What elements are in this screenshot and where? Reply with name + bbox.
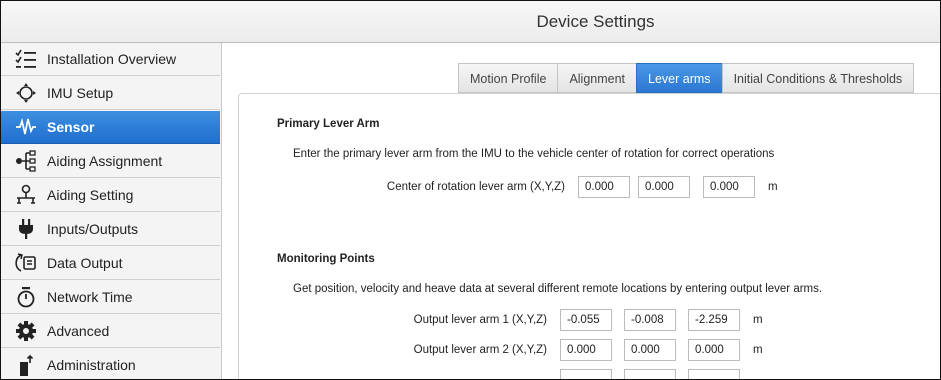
aiding-setting-icon — [15, 184, 37, 206]
output-lever-arm-1-x-input[interactable] — [560, 309, 612, 331]
sidebar-item-administration[interactable]: Administration — [1, 349, 220, 379]
sidebar-item-label: Aiding Setting — [47, 187, 134, 203]
monitoring-points-description: Get position, velocity and heave data at… — [293, 283, 823, 295]
window-title: Device Settings — [536, 12, 655, 31]
sidebar-item-aiding-setting[interactable]: Aiding Setting — [1, 179, 220, 212]
sidebar-item-label: Installation Overview — [47, 51, 177, 67]
center-of-rotation-row: Center of rotation lever arm (X,Y,Z) m — [239, 176, 939, 198]
sidebar-item-label: IMU Setup — [47, 85, 114, 101]
output-lever-arm-1-label: Output lever arm 1 (X,Y,Z) — [413, 314, 547, 326]
sidebar-item-imu-setup[interactable]: IMU Setup — [1, 77, 220, 110]
administration-icon — [15, 354, 37, 376]
lever-arms-panel: Primary Lever Arm Enter the primary leve… — [238, 93, 940, 379]
output-lever-arm-3-x-input[interactable] — [560, 369, 612, 379]
tab-bar: Motion Profile Alignment Lever arms Init… — [458, 63, 915, 93]
settings-window: Device Settings Installation Overview IM… — [0, 0, 941, 380]
sidebar-item-network-time[interactable]: Network Time — [1, 281, 220, 314]
monitoring-points-title: Monitoring Points — [277, 253, 375, 265]
primary-lever-arm-description: Enter the primary lever arm from the IMU… — [293, 148, 775, 160]
output-lever-arm-2-label: Output lever arm 2 (X,Y,Z) — [413, 344, 547, 356]
output-lever-arm-3-z-input[interactable] — [688, 369, 740, 379]
assignment-icon — [15, 150, 37, 172]
output-lever-arm-1-row: Output lever arm 1 (X,Y,Z) m — [239, 309, 939, 331]
sidebar-item-label: Sensor — [47, 119, 95, 135]
sidebar-item-advanced[interactable]: Advanced — [1, 315, 220, 348]
waveform-icon — [15, 116, 37, 138]
output-lever-arm-3-y-input[interactable] — [624, 369, 676, 379]
output-lever-arm-2-x-input[interactable] — [560, 339, 612, 361]
gear-icon — [15, 320, 37, 342]
sidebar-item-label: Inputs/Outputs — [47, 221, 139, 237]
sidebar-item-label: Administration — [47, 357, 136, 373]
sidebar-item-label: Advanced — [47, 323, 110, 339]
stopwatch-icon — [15, 286, 37, 308]
center-of-rotation-z-input[interactable] — [703, 176, 755, 198]
center-of-rotation-x-input[interactable] — [578, 176, 630, 198]
main-content: Motion Profile Alignment Lever arms Init… — [222, 43, 940, 379]
output-lever-arm-2-y-input[interactable] — [624, 339, 676, 361]
output-lever-arm-1-z-input[interactable] — [688, 309, 740, 331]
tab-motion-profile[interactable]: Motion Profile — [458, 63, 558, 93]
sidebar: Installation Overview IMU Setup Sensor A… — [1, 43, 222, 379]
plug-icon — [15, 218, 37, 240]
data-output-icon — [15, 252, 37, 274]
title-bar: Device Settings — [1, 1, 940, 43]
sidebar-item-label: Network Time — [47, 289, 133, 305]
sidebar-item-inputs-outputs[interactable]: Inputs/Outputs — [1, 213, 220, 246]
imu-icon — [15, 82, 37, 104]
output-lever-arm-2-z-input[interactable] — [688, 339, 740, 361]
sidebar-item-installation-overview[interactable]: Installation Overview — [1, 43, 220, 76]
center-of-rotation-y-input[interactable] — [638, 176, 690, 198]
output-lever-arm-2-unit: m — [753, 344, 763, 356]
primary-lever-arm-title: Primary Lever Arm — [277, 118, 380, 130]
sidebar-item-aiding-assignment[interactable]: Aiding Assignment — [1, 145, 220, 178]
tab-lever-arms[interactable]: Lever arms — [636, 63, 722, 93]
sidebar-item-sensor[interactable]: Sensor — [1, 111, 220, 144]
output-lever-arm-1-unit: m — [753, 314, 763, 326]
sidebar-item-label: Aiding Assignment — [47, 153, 163, 169]
center-of-rotation-unit: m — [768, 181, 778, 193]
output-lever-arm-2-row: Output lever arm 2 (X,Y,Z) m — [239, 339, 939, 361]
output-lever-arm-3-row-partial — [239, 369, 939, 379]
sidebar-item-data-output[interactable]: Data Output — [1, 247, 220, 280]
sidebar-item-label: Data Output — [47, 255, 123, 271]
center-of-rotation-label: Center of rotation lever arm (X,Y,Z) — [386, 181, 565, 193]
tab-alignment[interactable]: Alignment — [557, 63, 637, 93]
output-lever-arm-1-y-input[interactable] — [624, 309, 676, 331]
tab-initial-conditions-thresholds[interactable]: Initial Conditions & Thresholds — [721, 63, 915, 93]
checklist-icon — [15, 48, 37, 70]
